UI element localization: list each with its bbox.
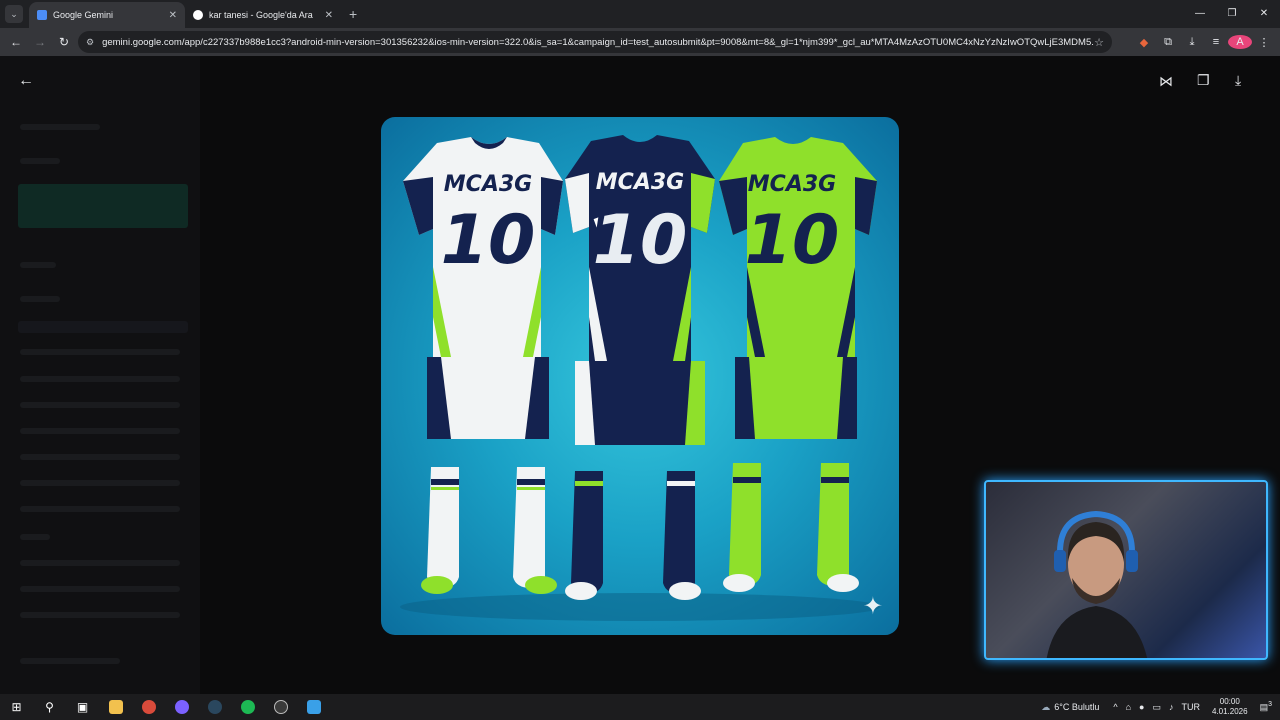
webcam-overlay bbox=[984, 480, 1268, 660]
file-explorer-icon[interactable] bbox=[99, 694, 132, 720]
tab-strip: ⌄ Google Gemini ✕ kar tanesi - Google'da… bbox=[0, 0, 1280, 28]
search-icon[interactable]: ⚲ bbox=[33, 694, 66, 720]
url-text: gemini.google.com/app/c227337b988e1cc3?a… bbox=[102, 36, 1095, 48]
google-favicon-icon bbox=[193, 10, 203, 20]
download-image-icon[interactable]: ⤓ bbox=[1235, 72, 1241, 89]
share-icon[interactable]: ⋈ bbox=[1159, 73, 1173, 90]
tab-title: Google Gemini bbox=[53, 10, 114, 20]
close-window-icon[interactable]: ✕ bbox=[1248, 0, 1280, 28]
gemini-favicon-icon bbox=[37, 10, 47, 20]
clock-time: 00:00 bbox=[1219, 697, 1240, 706]
tab-search-button[interactable]: ⌄ bbox=[5, 5, 23, 23]
media-controls-icon[interactable]: ≡ bbox=[1204, 36, 1228, 48]
streamer-silhouette bbox=[1046, 510, 1148, 658]
browser-toolbar: ← → ↻ ⚙ gemini.google.com/app/c227337b98… bbox=[0, 28, 1280, 56]
system-tray: ☁ 6°C Bulutlu ^ ⌂ ● ▭ ♪ TUR 00:00 4.01.2… bbox=[1041, 694, 1280, 720]
site-info-icon[interactable]: ⚙ bbox=[86, 37, 94, 48]
menu-kebab-icon[interactable]: ⋮ bbox=[1252, 36, 1276, 49]
weather-text: 6°C Bulutlu bbox=[1054, 702, 1100, 712]
close-tab-icon[interactable]: ✕ bbox=[169, 10, 177, 21]
task-view-icon[interactable]: ▣ bbox=[66, 694, 99, 720]
spotify-icon[interactable] bbox=[231, 694, 264, 720]
notification-icon[interactable]: ▤3 bbox=[1260, 701, 1272, 713]
close-viewer-back-icon[interactable]: ← bbox=[18, 72, 34, 90]
toolbar-actions: ◆ ⧉ ⤓ ≡ A ⋮ bbox=[1132, 28, 1276, 56]
new-tab-icon[interactable]: + bbox=[349, 6, 357, 22]
white-kit-brand: MCA3G bbox=[444, 172, 532, 197]
app-icon[interactable] bbox=[297, 694, 330, 720]
display-icon[interactable]: ▭ bbox=[1152, 702, 1161, 713]
tab-google-gemini[interactable]: Google Gemini ✕ bbox=[29, 2, 185, 28]
chevron-up-icon[interactable]: ^ bbox=[1113, 702, 1117, 712]
weather-widget[interactable]: ☁ 6°C Bulutlu bbox=[1041, 702, 1099, 713]
steam-icon[interactable] bbox=[198, 694, 231, 720]
window-controls: — ❐ ✕ bbox=[1184, 0, 1280, 28]
start-windows-icon[interactable]: ⊞ bbox=[0, 694, 33, 720]
microphone-icon[interactable]: ● bbox=[1139, 702, 1144, 712]
notification-count: 3 bbox=[1268, 701, 1272, 708]
close-tab-icon[interactable]: ✕ bbox=[325, 10, 333, 21]
windows-taskbar: ⊞ ⚲ ▣ ☁ 6°C Bulutlu ^ ⌂ ● ▭ ♪ TUR 00:00 … bbox=[0, 694, 1280, 720]
volume-icon[interactable]: ♪ bbox=[1169, 702, 1174, 712]
generated-kit-image[interactable]: MCA3G 10 MCA3G 10 MCA3G 10 ✦ bbox=[381, 117, 899, 635]
restore-icon[interactable]: ❐ bbox=[1216, 0, 1248, 28]
extension-icon[interactable]: ◆ bbox=[1132, 36, 1156, 49]
gemini-sparkle-icon: ✦ bbox=[862, 593, 883, 620]
forward-icon[interactable]: → bbox=[28, 35, 52, 49]
minimize-icon[interactable]: — bbox=[1184, 0, 1216, 28]
language-indicator[interactable]: TUR bbox=[1181, 702, 1200, 712]
download-icon[interactable]: ⤓ bbox=[1180, 36, 1204, 49]
bookmark-star-icon[interactable]: ☆ bbox=[1094, 36, 1104, 49]
navy-kit-number: 10 bbox=[593, 201, 688, 280]
profile-avatar[interactable]: A bbox=[1228, 35, 1252, 49]
network-icon[interactable]: ⌂ bbox=[1126, 702, 1131, 712]
reload-icon[interactable]: ↻ bbox=[52, 35, 76, 49]
back-icon[interactable]: ← bbox=[4, 35, 28, 49]
cloud-icon: ☁ bbox=[1041, 701, 1051, 712]
discord-icon[interactable] bbox=[165, 694, 198, 720]
clock-date: 4.01.2026 bbox=[1211, 707, 1248, 716]
navy-kit-brand: MCA3G bbox=[596, 170, 684, 195]
copy-icon[interactable]: ❐ bbox=[1197, 72, 1210, 89]
clock[interactable]: 00:00 4.01.2026 bbox=[1212, 697, 1248, 717]
lime-kit-brand: MCA3G bbox=[748, 172, 836, 197]
lime-kit-number: 10 bbox=[745, 201, 840, 280]
white-kit-number: 10 bbox=[441, 201, 536, 280]
chrome-icon[interactable] bbox=[132, 694, 165, 720]
address-bar[interactable]: ⚙ gemini.google.com/app/c227337b988e1cc3… bbox=[78, 31, 1112, 53]
tab-kar-tanesi[interactable]: kar tanesi - Google'da Ara ✕ bbox=[185, 2, 341, 28]
football-kits-illustration: MCA3G 10 MCA3G 10 MCA3G 10 bbox=[400, 135, 880, 621]
obs-icon[interactable] bbox=[264, 694, 297, 720]
extensions-puzzle-icon[interactable]: ⧉ bbox=[1156, 36, 1180, 49]
dimmed-sidebar bbox=[0, 56, 200, 694]
tab-title: kar tanesi - Google'da Ara bbox=[209, 10, 313, 20]
